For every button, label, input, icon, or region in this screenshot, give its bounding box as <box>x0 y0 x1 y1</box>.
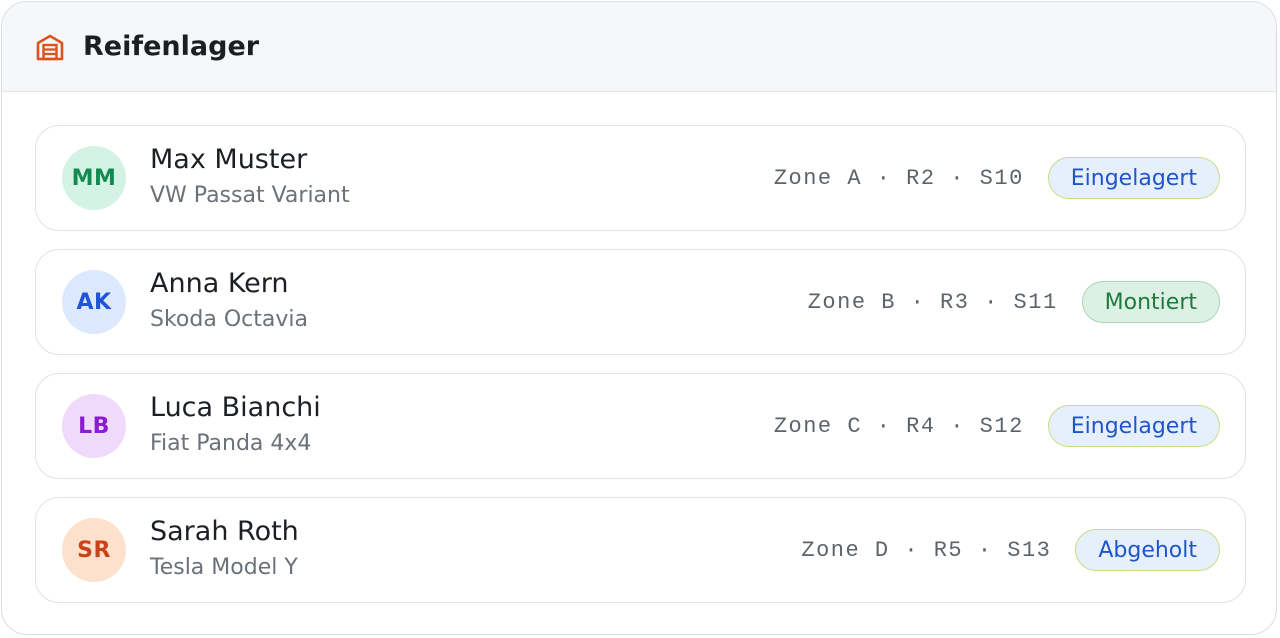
page-title: Reifenlager <box>83 31 260 62</box>
vehicle-model: VW Passat Variant <box>150 183 350 208</box>
customer-info: Sarah Roth Tesla Model Y <box>150 515 299 583</box>
status-badge: Montiert <box>1081 281 1220 323</box>
customer-info: Luca Bianchi Fiat Panda 4x4 <box>150 391 321 459</box>
avatar-initials: MM <box>71 165 117 191</box>
avatar-initials: LB <box>78 413 110 439</box>
avatar-initials: SR <box>77 537 111 563</box>
storage-location: Zone C · R4 · S12 <box>773 413 1024 439</box>
avatar: AK <box>62 270 126 334</box>
status-badge: Eingelagert <box>1047 157 1220 199</box>
list-item[interactable]: SR Sarah Roth Tesla Model Y Zone D · R5 … <box>35 497 1246 603</box>
avatar: LB <box>62 394 126 458</box>
card-header: Reifenlager <box>2 2 1276 92</box>
storage-location: Zone B · R3 · S11 <box>807 289 1058 315</box>
row-meta: Zone D · R5 · S13 Abgeholt <box>801 528 1220 572</box>
vehicle-model: Skoda Octavia <box>150 307 308 332</box>
row-meta: Zone A · R2 · S10 Eingelagert <box>774 156 1220 200</box>
warehouse-icon <box>34 31 66 63</box>
avatar: MM <box>62 146 126 210</box>
row-meta: Zone C · R4 · S12 Eingelagert <box>774 404 1220 448</box>
customer-name: Luca Bianchi <box>150 392 321 423</box>
status-badge: Eingelagert <box>1047 405 1220 447</box>
customer-name: Sarah Roth <box>150 516 299 547</box>
storage-location: Zone D · R5 · S13 <box>801 537 1052 563</box>
list-item[interactable]: LB Luca Bianchi Fiat Panda 4x4 Zone C · … <box>35 373 1246 479</box>
avatar: SR <box>62 518 126 582</box>
tire-storage-card: Reifenlager MM Max Muster VW Passat Vari… <box>1 1 1277 635</box>
list-item[interactable]: AK Anna Kern Skoda Octavia Zone B · R3 ·… <box>35 249 1246 355</box>
customer-info: Max Muster VW Passat Variant <box>150 143 350 211</box>
vehicle-model: Fiat Panda 4x4 <box>150 431 312 456</box>
list-item[interactable]: MM Max Muster VW Passat Variant Zone A ·… <box>35 125 1246 231</box>
row-meta: Zone B · R3 · S11 Montiert <box>808 280 1220 324</box>
storage-list: MM Max Muster VW Passat Variant Zone A ·… <box>35 125 1246 621</box>
customer-name: Max Muster <box>150 144 308 175</box>
status-badge: Abgeholt <box>1075 529 1220 571</box>
vehicle-model: Tesla Model Y <box>150 555 298 580</box>
avatar-initials: AK <box>76 289 112 315</box>
customer-name: Anna Kern <box>150 268 289 299</box>
customer-info: Anna Kern Skoda Octavia <box>150 267 308 335</box>
storage-location: Zone A · R2 · S10 <box>773 165 1024 191</box>
